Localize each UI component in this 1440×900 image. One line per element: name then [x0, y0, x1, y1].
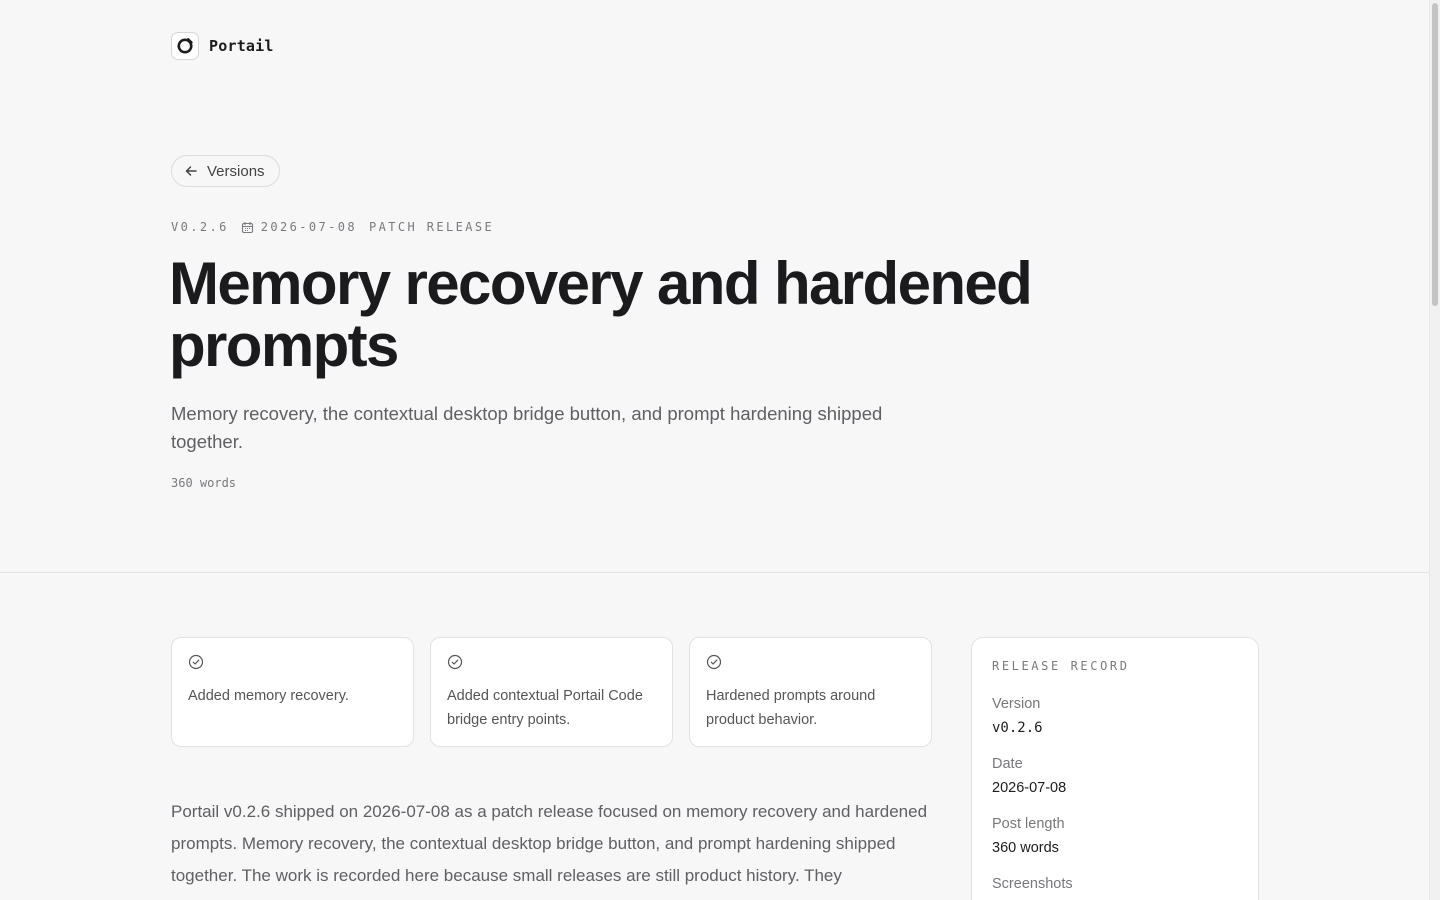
word-count: 360 words: [171, 476, 237, 490]
record-label: Date: [992, 756, 1023, 772]
calendar-icon: [241, 221, 254, 234]
brand-link[interactable]: Portail: [171, 32, 274, 60]
body-paragraph: Portail v0.2.6 shipped on 2026-07-08 as …: [171, 802, 928, 885]
highlight-card: Hardened prompts around product behavior…: [689, 637, 932, 747]
scrollbar-thumb[interactable]: [1432, 3, 1438, 306]
record-row-date: Date 2026-07-08: [992, 753, 1238, 801]
record-row-post-length: Post length 360 words: [992, 813, 1238, 861]
record-label: Post length: [992, 816, 1065, 832]
highlight-cards: Added memory recovery. Added contextual …: [171, 637, 932, 747]
highlight-card: Added contextual Portail Code bridge ent…: [430, 637, 673, 747]
check-circle-icon: [706, 654, 722, 670]
record-label: Screenshots: [992, 876, 1073, 892]
back-label: Versions: [207, 162, 265, 180]
arrow-left-icon: [184, 164, 198, 178]
highlight-text: Hardened prompts around product behavior…: [706, 688, 876, 728]
release-version: V0.2.6: [171, 220, 229, 234]
page-title: Memory recovery and hardened prompts: [169, 250, 1033, 379]
record-row-version: Version v0.2.6: [992, 693, 1238, 741]
highlight-card: Added memory recovery.: [171, 637, 414, 747]
record-label: Version: [992, 696, 1041, 712]
release-record-heading: RELEASE RECORD: [992, 659, 1130, 673]
release-type: PATCH RELEASE: [369, 220, 495, 234]
page-scrollbar[interactable]: [1429, 0, 1440, 900]
back-to-versions-button[interactable]: Versions: [171, 155, 280, 187]
check-circle-icon: [447, 654, 463, 670]
release-meta: V0.2.6 2026-07-08 PATCH RELEASE: [171, 220, 494, 234]
check-circle-icon: [188, 654, 204, 670]
highlight-text: Added contextual Portail Code bridge ent…: [447, 688, 643, 728]
record-value: 2026-07-08: [992, 780, 1067, 796]
release-record-panel: RELEASE RECORD Version v0.2.6 Date 2026-…: [971, 637, 1259, 900]
record-value: 360 words: [992, 840, 1059, 856]
section-divider: [0, 572, 1429, 573]
record-row-screenshots: Screenshots: [992, 873, 1238, 895]
portail-logo-icon: [171, 32, 199, 60]
brand-name: Portail: [209, 37, 274, 55]
release-date: 2026-07-08: [241, 220, 357, 234]
highlight-text: Added memory recovery.: [188, 688, 349, 704]
page-subtitle: Memory recovery, the contextual desktop …: [171, 403, 883, 452]
record-value: v0.2.6: [992, 720, 1043, 736]
release-date-text: 2026-07-08: [260, 220, 357, 234]
